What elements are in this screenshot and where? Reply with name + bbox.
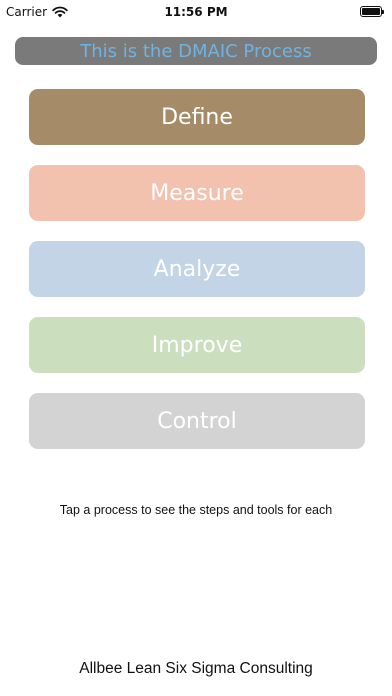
process-list: Define Measure Analyze Improve Control: [29, 89, 365, 449]
instruction-text: Tap a process to see the steps and tools…: [59, 503, 333, 517]
company-footer: Allbee Lean Six Sigma Consulting: [79, 660, 313, 677]
status-time: 11:56 PM: [164, 5, 228, 19]
define-button[interactable]: Define: [29, 89, 365, 145]
page-title: This is the DMAIC Process: [80, 40, 312, 62]
control-button[interactable]: Control: [29, 393, 365, 449]
analyze-button[interactable]: Analyze: [29, 241, 365, 297]
screen: Carrier 11:56 PM This is the DMAIC Proce…: [0, 0, 392, 696]
status-bar: Carrier 11:56 PM: [0, 0, 392, 24]
measure-button[interactable]: Measure: [29, 165, 365, 221]
improve-button[interactable]: Improve: [29, 317, 365, 373]
battery-level: [362, 8, 380, 15]
header-banner: This is the DMAIC Process: [15, 37, 377, 65]
battery-icon: [360, 6, 384, 17]
